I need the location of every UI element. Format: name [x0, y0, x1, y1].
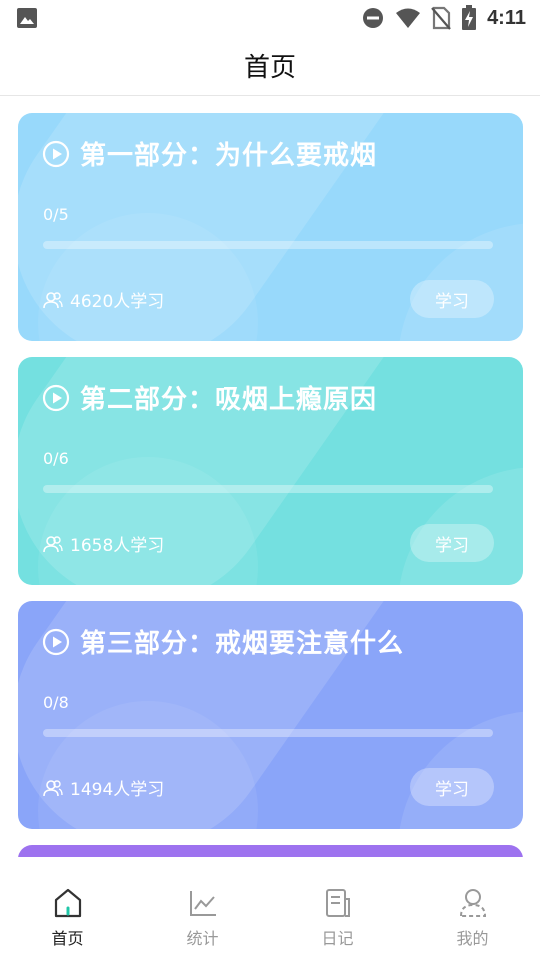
study-button[interactable]: 学习 — [410, 768, 494, 806]
play-circle-icon — [42, 140, 70, 167]
play-circle-icon — [42, 384, 70, 411]
course-list: 第一部分：为什么要戒烟 0/5 4620人学习 学习 第二部分：吸烟上瘾原因 0/6 16… — [0, 97, 540, 857]
study-button[interactable]: 学习 — [410, 524, 494, 562]
image-icon — [17, 8, 37, 28]
status-time: 4:11 — [487, 6, 526, 29]
home-icon — [54, 888, 81, 918]
battery-charging-icon — [462, 5, 477, 30]
course-card-partial[interactable] — [18, 845, 523, 857]
progress-count: 0/5 — [43, 205, 69, 224]
progress-bar — [43, 241, 493, 249]
bottom-tab-bar: 首页 统计 日记 我的 — [0, 857, 540, 960]
play-circle-icon — [42, 628, 70, 655]
course-card[interactable]: 第三部分：戒烟要注意什么 0/8 1494人学习 学习 — [18, 601, 523, 829]
no-sim-icon — [431, 6, 451, 30]
tab-label: 我的 — [456, 929, 489, 948]
learner-count-text: 4620人学习 — [70, 292, 165, 312]
tab-label: 统计 — [186, 929, 219, 948]
learner-count-text: 1658人学习 — [70, 536, 165, 556]
course-card[interactable]: 第二部分：吸烟上瘾原因 0/6 1658人学习 学习 — [18, 357, 523, 585]
tab-label: 日记 — [321, 929, 354, 948]
users-icon — [43, 535, 63, 552]
learner-count: 1658人学习 — [43, 531, 164, 556]
progress-count: 0/6 — [43, 449, 69, 468]
do-not-disturb-icon — [363, 8, 384, 28]
page-title: 首页 — [243, 53, 296, 83]
learner-count-text: 1494人学习 — [70, 780, 165, 800]
tab-label: 首页 — [51, 929, 84, 948]
tab-statistics[interactable]: 统计 — [135, 857, 270, 960]
status-bar: 4:11 — [0, 0, 540, 36]
tab-diary[interactable]: 日记 — [270, 857, 405, 960]
chart-icon — [189, 891, 216, 916]
tab-home[interactable]: 首页 — [0, 857, 135, 960]
card-title: 第一部分：为什么要戒烟 — [80, 141, 378, 171]
card-header: 第二部分：吸烟上瘾原因 — [42, 379, 377, 416]
card-header: 第三部分：戒烟要注意什么 — [42, 623, 404, 660]
wifi-icon — [396, 8, 421, 28]
study-button[interactable]: 学习 — [410, 280, 494, 318]
users-icon — [43, 291, 63, 308]
course-card[interactable]: 第一部分：为什么要戒烟 0/5 4620人学习 学习 — [18, 113, 523, 341]
tab-profile[interactable]: 我的 — [405, 857, 540, 960]
progress-bar — [43, 485, 493, 493]
learner-count: 4620人学习 — [43, 287, 164, 312]
learner-count: 1494人学习 — [43, 775, 164, 800]
card-title: 第二部分：吸烟上瘾原因 — [80, 385, 378, 415]
card-header: 第一部分：为什么要戒烟 — [42, 135, 377, 172]
progress-bar — [43, 729, 493, 737]
profile-icon — [459, 889, 486, 917]
diary-icon — [325, 889, 350, 917]
users-icon — [43, 779, 63, 796]
card-title: 第三部分：戒烟要注意什么 — [80, 629, 405, 659]
top-bar: 首页 — [0, 36, 540, 96]
progress-count: 0/8 — [43, 693, 69, 712]
